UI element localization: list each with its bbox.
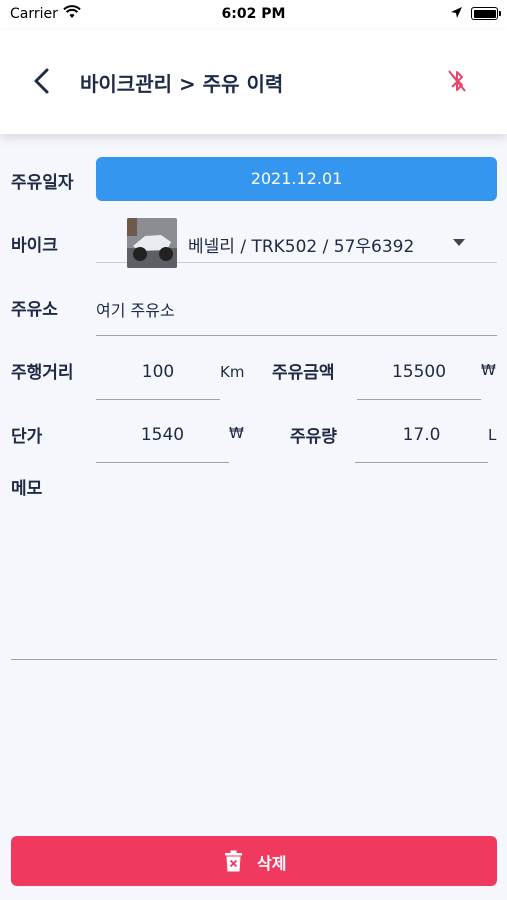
amount-unit: ₩: [481, 361, 496, 379]
bike-name: 베넬리 / TRK502 / 57우6392: [188, 237, 415, 257]
delete-label: 삭제: [257, 854, 287, 873]
amount-value: 15500: [391, 362, 447, 382]
station-input[interactable]: 여기 주유소: [96, 286, 497, 336]
volume-unit: L: [488, 426, 497, 444]
delete-button[interactable]: 삭제: [11, 836, 497, 886]
memo-label: 메모: [11, 479, 43, 499]
bike-thumbnail: [127, 218, 177, 268]
bluetooth-disabled-icon[interactable]: [446, 68, 468, 94]
trash-icon: [225, 850, 242, 872]
bike-select[interactable]: 베넬리 / TRK502 / 57우6392: [96, 215, 497, 268]
chevron-left-icon[interactable]: [30, 66, 54, 96]
station-label: 주유소: [11, 300, 58, 320]
amount-label: 주유금액: [272, 363, 335, 383]
distance-unit: Km: [220, 363, 245, 381]
location-arrow-icon: [451, 7, 462, 18]
clock: 6:02 PM: [221, 6, 286, 22]
volume-input[interactable]: 17.0: [355, 413, 488, 463]
date-picker-button[interactable]: 2021.12.01: [96, 157, 497, 201]
volume-value: 17.0: [402, 425, 441, 445]
amount-input[interactable]: 15500: [357, 350, 481, 400]
page-title: 바이크관리 > 주유 이력: [80, 72, 284, 96]
price-input[interactable]: 1540: [96, 413, 229, 463]
price-unit: ₩: [229, 424, 244, 442]
navigation-bar: 바이크관리 > 주유 이력: [0, 30, 507, 134]
station-value: 여기 주유소: [96, 301, 175, 320]
status-bar: Carrier 6:02 PM: [0, 0, 507, 30]
price-label: 단가: [11, 427, 43, 447]
volume-label: 주유량: [290, 427, 337, 447]
distance-input[interactable]: 100: [96, 350, 220, 400]
distance-label: 주행거리: [11, 363, 74, 383]
distance-value: 100: [141, 362, 175, 382]
battery-icon: [471, 7, 501, 20]
price-value: 1540: [140, 425, 185, 445]
bike-label: 바이크: [11, 236, 58, 256]
memo-textarea[interactable]: [11, 500, 497, 660]
dropdown-caret-icon: [453, 239, 465, 246]
date-label: 주유일자: [11, 173, 74, 193]
